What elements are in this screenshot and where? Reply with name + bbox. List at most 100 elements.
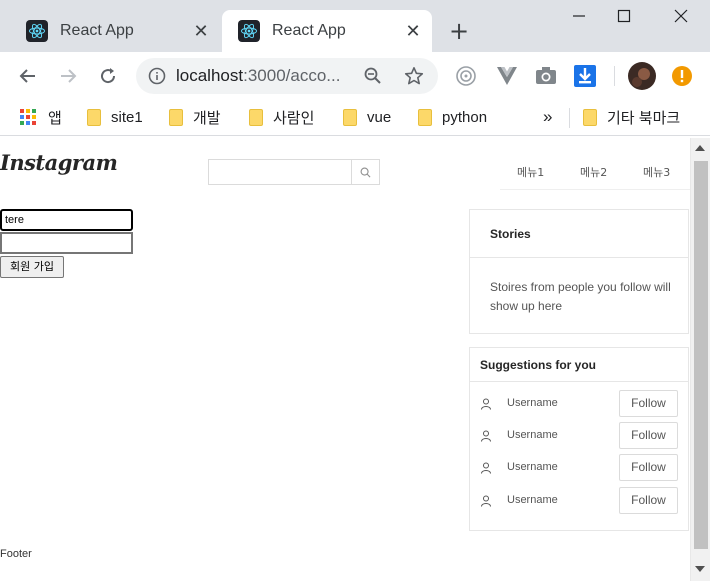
suggestion-row: Username Follow — [470, 422, 688, 450]
browser-titlebar: React App ✕ React App ✕ + — [0, 0, 710, 52]
bookmark-dev[interactable]: 개발 — [169, 106, 221, 128]
window-close-button[interactable] — [666, 8, 696, 32]
forward-button[interactable] — [54, 62, 82, 90]
folder-icon — [169, 108, 183, 126]
bookmark-other[interactable]: 기타 북마크 — [583, 106, 680, 128]
suggestion-row: Username Follow — [470, 454, 688, 482]
bookmark-label: site1 — [111, 108, 143, 126]
suggestion-username[interactable]: Username — [507, 461, 558, 473]
url-text: localhost:3000/acco... — [176, 66, 356, 86]
suggestion-username[interactable]: Username — [507, 494, 558, 506]
follow-button[interactable]: Follow — [619, 487, 678, 514]
user-icon — [481, 462, 491, 474]
stories-empty-text: Stoires from people you follow will show… — [490, 280, 671, 313]
browser-tab-1[interactable]: React App ✕ — [10, 10, 220, 52]
zoom-icon[interactable] — [364, 67, 382, 85]
bookmarks-bar: 앱 site1 개발 사람인 vue python » 기타 북마크 — [0, 100, 710, 136]
user-icon — [481, 430, 491, 442]
search-icon — [360, 167, 371, 177]
suggestion-row: Username Follow — [470, 390, 688, 418]
bookmark-site1[interactable]: site1 — [87, 106, 143, 128]
bookmarks-overflow-button[interactable]: » — [543, 106, 552, 128]
folder-icon — [343, 108, 357, 126]
bookmark-apps[interactable]: 앱 — [20, 106, 62, 128]
tab-title: React App — [272, 22, 346, 39]
update-alert-icon[interactable] — [670, 64, 694, 88]
close-tab-icon[interactable]: ✕ — [186, 21, 216, 42]
reload-icon — [101, 68, 116, 84]
suggestion-username[interactable]: Username — [507, 429, 558, 441]
close-icon — [674, 9, 688, 23]
menu-item-2[interactable]: 메뉴2 — [580, 164, 607, 180]
signup-button[interactable]: 회원 가입 — [0, 256, 64, 278]
close-tab-icon[interactable]: ✕ — [398, 21, 428, 42]
bookmark-star-icon[interactable] — [404, 66, 424, 86]
bookmarks-divider — [569, 108, 570, 128]
search-box[interactable] — [208, 159, 380, 185]
bookmark-vue[interactable]: vue — [343, 106, 391, 128]
follow-button[interactable]: Follow — [619, 422, 678, 449]
bookmark-label: 앱 — [48, 109, 62, 127]
nav-menu: 메뉴1 메뉴2 메뉴3 — [500, 156, 690, 190]
user-icon — [481, 398, 491, 410]
bookmark-python[interactable]: python — [418, 106, 487, 128]
page-viewport: Instagram 메뉴1 메뉴2 메뉴3 회원 가입 Stories Stoi… — [0, 138, 690, 581]
menu-item-1[interactable]: 메뉴1 — [517, 164, 544, 180]
back-button[interactable] — [14, 62, 42, 90]
react-icon — [26, 20, 48, 42]
new-tab-button[interactable]: + — [446, 18, 472, 44]
search-button[interactable] — [351, 160, 379, 184]
user-icon — [481, 495, 491, 507]
reload-button[interactable] — [94, 62, 122, 90]
react-icon — [238, 20, 260, 42]
download-icon[interactable] — [573, 64, 597, 88]
info-icon[interactable] — [148, 67, 166, 85]
minimize-icon — [573, 15, 585, 17]
bookmark-label: vue — [367, 108, 392, 126]
apps-grid-icon — [20, 109, 36, 125]
minimize-button[interactable] — [564, 8, 594, 32]
scroll-up-arrow-icon[interactable] — [695, 145, 705, 151]
browser-tab-2[interactable]: React App ✕ — [222, 10, 432, 52]
bookmark-label: 기타 북마크 — [607, 109, 681, 127]
camera-icon[interactable] — [534, 64, 558, 88]
folder-icon — [87, 108, 101, 126]
suggestion-row: Username Follow — [470, 487, 688, 515]
page-footer: Footer — [0, 548, 32, 560]
back-arrow-icon — [19, 69, 35, 83]
vue-devtools-icon[interactable] — [495, 64, 519, 88]
extension-target-icon[interactable] — [454, 64, 478, 88]
url-host: localhost — [176, 66, 244, 85]
instagram-logo[interactable]: Instagram — [0, 150, 118, 175]
url-path: :3000/acco... — [243, 66, 341, 85]
divider — [470, 257, 688, 258]
browser-toolbar: localhost:3000/acco... — [0, 52, 710, 100]
search-input[interactable] — [209, 160, 351, 184]
signup-field-2[interactable] — [0, 232, 133, 254]
folder-icon — [583, 108, 597, 126]
folder-icon — [249, 108, 263, 126]
suggestions-title: Suggestions for you — [480, 358, 597, 372]
follow-button[interactable]: Follow — [619, 390, 678, 417]
follow-button[interactable]: Follow — [619, 454, 678, 481]
scrollbar-thumb[interactable] — [694, 161, 708, 549]
bookmark-saramin[interactable]: 사람인 — [249, 106, 314, 128]
page-scrollbar[interactable] — [690, 138, 710, 581]
bookmark-label: python — [442, 108, 488, 126]
maximize-icon — [617, 9, 631, 23]
bookmark-label: 개발 — [193, 109, 221, 127]
maximize-button[interactable] — [609, 8, 639, 32]
forward-arrow-icon — [61, 69, 77, 83]
toolbar-divider — [614, 66, 615, 86]
suggestion-username[interactable]: Username — [507, 397, 558, 409]
profile-avatar[interactable] — [628, 62, 656, 90]
tab-title: React App — [60, 22, 134, 39]
scroll-down-arrow-icon[interactable] — [695, 566, 705, 572]
address-bar[interactable]: localhost:3000/acco... — [136, 58, 438, 94]
signup-field-1[interactable] — [0, 209, 133, 231]
bookmark-label: 사람인 — [273, 109, 315, 127]
overflow-chevron-icon: » — [543, 107, 553, 126]
stories-card: Stories Stoires from people you follow w… — [469, 209, 689, 334]
divider — [470, 381, 688, 382]
menu-item-3[interactable]: 메뉴3 — [643, 164, 670, 180]
